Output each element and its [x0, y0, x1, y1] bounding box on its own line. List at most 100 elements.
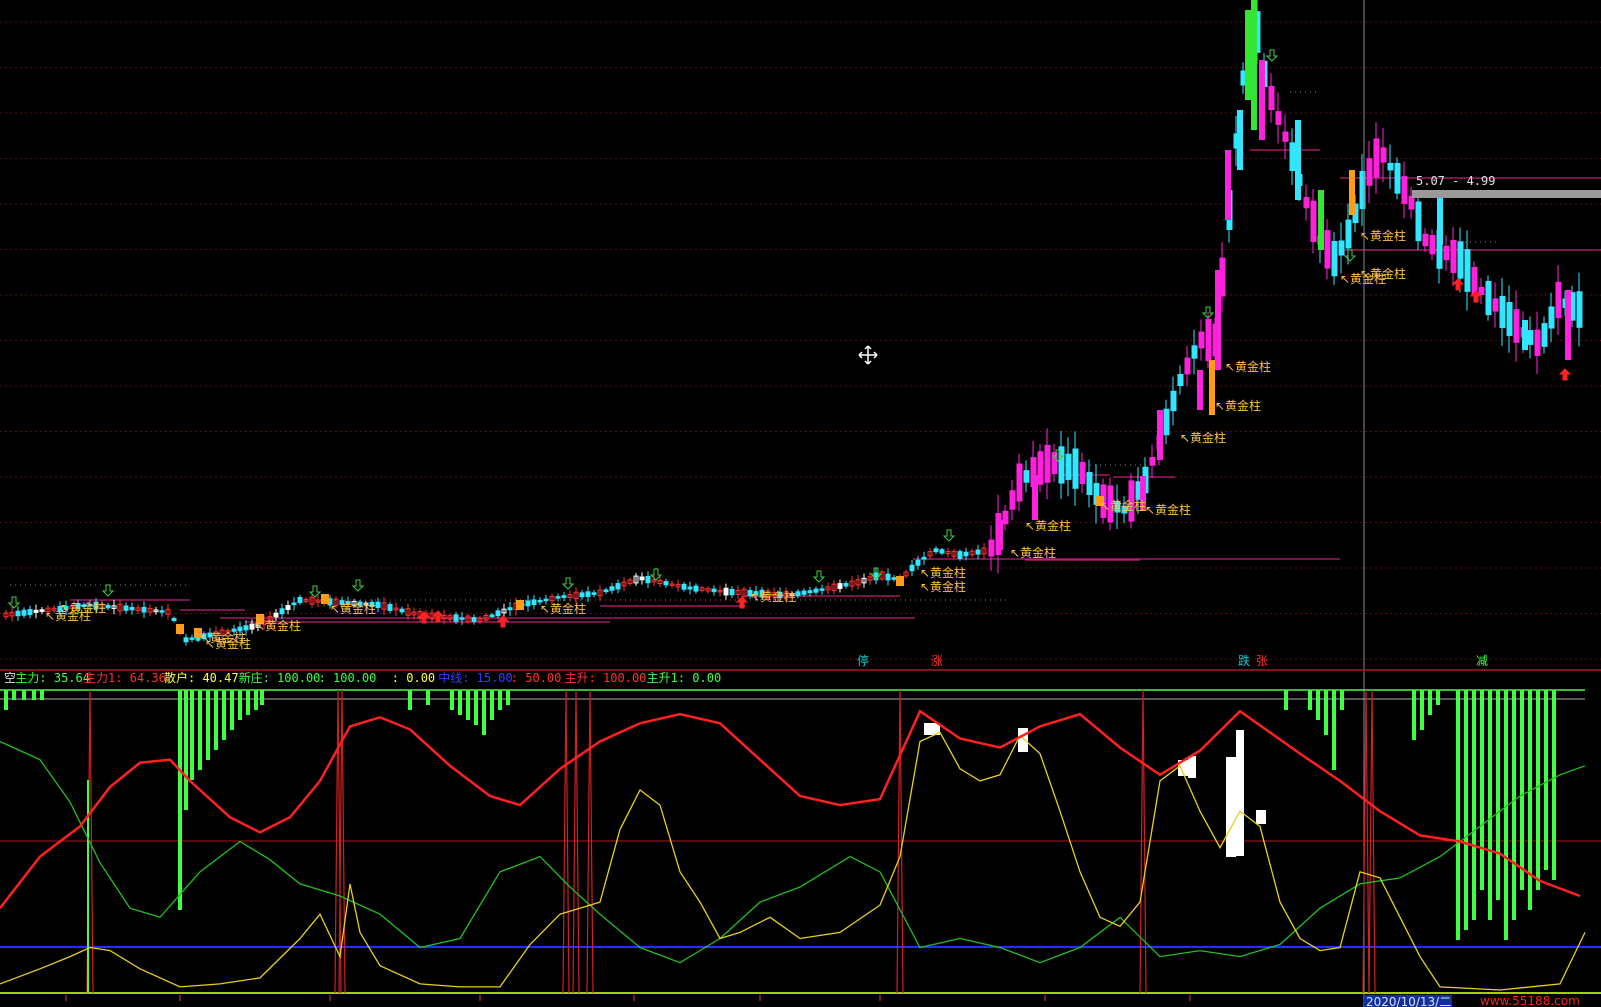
main-force-bar — [1520, 690, 1524, 890]
price-range-bar — [1412, 190, 1601, 198]
price-range-label: 5.07 - 4.99 — [1416, 174, 1495, 188]
candle-large — [997, 520, 1003, 550]
candle-body — [1366, 158, 1373, 186]
gold-bar-label: ↖黄金柱 — [1360, 228, 1406, 243]
gold-bar-label: ↖黄金柱 — [330, 601, 376, 616]
main-force-bar — [474, 690, 478, 725]
candle-body — [711, 588, 717, 593]
candle-body — [453, 614, 459, 622]
main-force-bar — [458, 690, 462, 715]
main-force-bar — [1412, 690, 1416, 740]
candle-large — [1245, 10, 1251, 100]
main-force-bar — [1496, 690, 1500, 900]
white-block — [1226, 757, 1236, 857]
candle-body — [1289, 142, 1296, 171]
gold-bar-label: ↖黄金柱 — [1100, 498, 1146, 513]
candle-body — [1086, 471, 1093, 496]
candle-body — [645, 575, 651, 584]
main-force-bar — [1316, 690, 1320, 720]
main-force-bar — [1544, 690, 1548, 870]
candle-body — [1478, 286, 1485, 296]
candle-body — [729, 588, 735, 596]
gold-bar-label: ↖黄金柱 — [1215, 398, 1261, 413]
candle-body — [105, 604, 111, 609]
candle-body — [963, 551, 969, 557]
candle-body — [249, 623, 255, 630]
gold-bar — [516, 600, 524, 610]
candle-body — [39, 609, 45, 613]
main-force-bar — [214, 690, 218, 750]
candle-body — [1275, 111, 1282, 125]
main-force-bar — [178, 690, 182, 910]
candle-body — [1576, 291, 1583, 328]
candle-body — [921, 556, 927, 560]
candle-body — [1345, 219, 1352, 249]
main-force-bar — [1308, 690, 1312, 710]
candle-large — [1215, 270, 1221, 370]
candle-body — [279, 608, 285, 615]
candle-body — [1422, 233, 1429, 247]
candle-body — [1002, 510, 1009, 525]
candle-body — [813, 588, 819, 593]
main-force-bar — [1428, 690, 1432, 715]
candle-body — [129, 607, 135, 611]
main-force-bar — [1332, 690, 1336, 770]
main-force-bar — [408, 690, 412, 710]
main-force-bar — [482, 690, 486, 735]
white-block — [1188, 756, 1196, 778]
candle-body — [1408, 195, 1415, 210]
candle-large — [1349, 170, 1355, 215]
candle-body — [933, 548, 939, 553]
candle-body — [891, 577, 897, 580]
candle-body — [1527, 330, 1534, 345]
candle-body — [285, 604, 291, 611]
main-force-bar — [184, 690, 188, 810]
gold-bar-label: ↖黄金柱 — [920, 579, 966, 594]
marker-stop: 停 — [857, 653, 869, 668]
candle-body — [387, 604, 393, 611]
candle-body — [1149, 456, 1156, 466]
candle-body — [909, 564, 915, 572]
candle-body — [1548, 306, 1555, 329]
main-force-bar — [40, 690, 44, 700]
white-block — [1236, 730, 1244, 856]
candle-body — [807, 590, 813, 594]
candle-body — [1170, 390, 1177, 412]
main-force-bar — [498, 690, 502, 710]
candle-body — [1471, 267, 1478, 295]
gold-bar-label: ↖黄金柱 — [60, 600, 106, 615]
white-block — [1018, 728, 1028, 752]
candle-body — [141, 606, 147, 613]
candle-body — [159, 610, 165, 613]
candle-large — [1225, 150, 1231, 220]
main-force-bar — [426, 690, 430, 705]
main-force-bar — [1552, 690, 1556, 880]
main-force-bar — [1528, 690, 1532, 910]
candle-body — [939, 549, 945, 554]
date-label: 2020/10/13/二 — [1366, 995, 1451, 1007]
main-force-bar — [1324, 690, 1328, 735]
candle-body — [1324, 230, 1331, 269]
candle-body — [1268, 85, 1275, 111]
candle-body — [1016, 463, 1023, 502]
main-force-bar — [12, 690, 16, 700]
candle-body — [975, 549, 981, 555]
main-force-bar — [190, 690, 194, 780]
candle-body — [507, 607, 513, 611]
main-force-bar — [1420, 690, 1424, 730]
candle-body — [123, 605, 129, 611]
main-force-bar — [1480, 690, 1484, 890]
gold-bar-label: ↖黄金柱 — [750, 589, 796, 604]
main-force-bar — [246, 690, 250, 715]
candle-body — [591, 592, 597, 595]
candle-body — [663, 581, 669, 586]
candle-body — [1394, 162, 1401, 194]
main-force-bar — [4, 690, 8, 710]
legend-item: 散户: 40.47 — [164, 670, 239, 685]
marker-rise: 涨 — [931, 653, 943, 668]
main-force-bar — [32, 690, 36, 700]
gold-bar-label: ↖黄金柱 — [1340, 271, 1386, 286]
main-force-bar — [230, 690, 234, 730]
candle-large — [1032, 475, 1038, 520]
main-force-bar — [260, 690, 264, 705]
